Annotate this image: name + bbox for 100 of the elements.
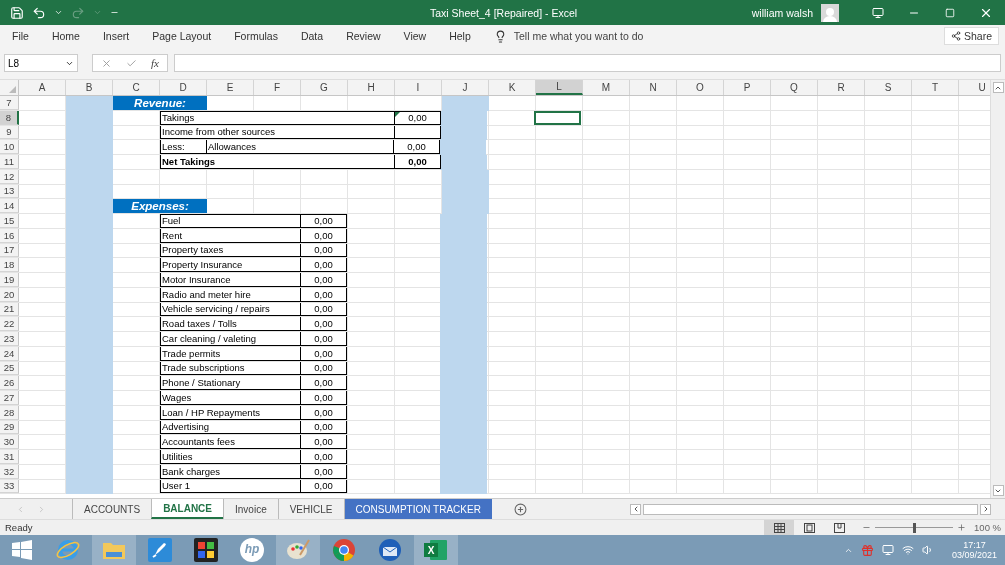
scroll-right-button[interactable] [980, 503, 991, 515]
row-header[interactable]: 25 [0, 361, 19, 376]
row-header[interactable]: 27 [0, 391, 19, 405]
column-header[interactable]: T [912, 80, 959, 95]
undo-icon[interactable] [32, 5, 46, 20]
column-header[interactable]: R [818, 80, 865, 95]
row-header[interactable]: 18 [0, 258, 19, 272]
row-header[interactable]: 21 [0, 302, 19, 317]
column-header[interactable]: A [19, 80, 66, 95]
share-button[interactable]: Share [943, 27, 999, 45]
column-header[interactable]: E [207, 80, 254, 95]
windows-logo-icon [12, 540, 32, 560]
column-header[interactable]: B [66, 80, 113, 95]
select-all-icon[interactable] [9, 86, 16, 93]
column-header[interactable]: O [677, 80, 724, 95]
scroll-down-button[interactable] [992, 485, 1004, 496]
taskbar-button[interactable]: X [414, 535, 458, 565]
plus-circle-icon [513, 502, 527, 516]
row-header[interactable]: 20 [0, 287, 19, 302]
ribbon-tab[interactable]: Insert [102, 30, 130, 42]
row-header[interactable]: 7 [0, 96, 19, 110]
column-header[interactable]: H [348, 80, 395, 95]
tell-me-field[interactable]: Tell me what you want to do [513, 30, 644, 42]
view-button[interactable] [764, 519, 795, 536]
sheet-tab[interactable]: CONSUMPTION TRACKER [343, 499, 492, 519]
sheet-tab[interactable]: BALANCE [151, 499, 223, 519]
zoom-in-icon[interactable] [957, 523, 967, 532]
row-header[interactable]: 30 [0, 435, 19, 449]
column-header[interactable]: J [442, 80, 489, 95]
formula-input[interactable] [173, 54, 1001, 72]
row-header[interactable]: 16 [0, 228, 19, 243]
column-header[interactable]: Q [771, 80, 818, 95]
row-header[interactable]: 11 [0, 155, 19, 169]
page-break-icon [833, 522, 845, 533]
row-header[interactable]: 19 [0, 273, 19, 287]
redo-icon[interactable] [71, 5, 85, 20]
zoom-level[interactable]: 100 % [974, 522, 1001, 533]
clock-time: 17:17 [963, 540, 986, 550]
table-cell: Fuel [160, 214, 301, 228]
horizontal-scrollbar[interactable] [643, 503, 978, 515]
row-header[interactable]: 32 [0, 464, 19, 479]
ribbon-tab[interactable]: File [12, 30, 29, 42]
caret-icon[interactable] [54, 8, 63, 17]
row-header[interactable]: 10 [0, 140, 19, 154]
speaker-icon[interactable] [921, 544, 934, 556]
scroll-left-button[interactable] [630, 503, 641, 515]
ribbon-tab[interactable]: Review [346, 30, 381, 42]
column-header[interactable]: L [536, 80, 583, 95]
table-cell: Radio and meter hire [160, 287, 301, 302]
row-header[interactable]: 13 [0, 184, 19, 199]
column-header[interactable]: D [160, 80, 207, 95]
row-header[interactable]: 15 [0, 214, 19, 228]
table-cell: 0,00 [300, 346, 347, 361]
column-header[interactable]: I [395, 80, 442, 95]
ribbon-tab[interactable]: Help [449, 30, 471, 42]
caret-icon[interactable] [93, 8, 102, 17]
row-header[interactable]: 33 [0, 479, 19, 494]
row-header[interactable]: 28 [0, 405, 19, 420]
table-cell: Utilities [160, 450, 301, 464]
row-header[interactable]: 9 [0, 125, 19, 140]
row-header[interactable]: 24 [0, 346, 19, 361]
avatar-icon[interactable] [821, 3, 839, 22]
zoom-thumb[interactable] [913, 522, 917, 533]
cancel-icon[interactable] [101, 57, 112, 69]
column-header[interactable]: M [583, 80, 630, 95]
row-header[interactable]: 12 [0, 169, 19, 184]
column-header[interactable]: N [630, 80, 677, 95]
ribbon-tab[interactable]: Formulas [234, 30, 278, 42]
table-cell: Income from other sources [160, 125, 395, 140]
insert-function-button[interactable]: fx [151, 57, 159, 69]
window-title: Taxi Sheet_4 [Repaired] - Excel [430, 6, 579, 19]
row-header[interactable]: 26 [0, 376, 19, 390]
add-sheet-button[interactable] [513, 502, 527, 516]
gift-icon[interactable] [860, 543, 874, 557]
name-box[interactable]: L8 [4, 54, 78, 72]
enter-icon[interactable] [126, 57, 137, 69]
row-header[interactable]: 14 [0, 199, 19, 213]
save-icon[interactable] [10, 5, 24, 20]
column-header[interactable]: F [254, 80, 301, 95]
ribbon-tab[interactable]: Home [51, 30, 80, 42]
table-cell: 0,00 [300, 479, 347, 494]
device-icon[interactable] [881, 544, 894, 556]
chrome-logo-icon [332, 538, 356, 562]
row-header[interactable]: 23 [0, 332, 19, 346]
selected-cell[interactable] [534, 110, 581, 125]
column-header[interactable]: G [301, 80, 348, 95]
ribbon-tab[interactable]: Data [300, 30, 324, 42]
ribbon-tab[interactable]: View [403, 30, 427, 42]
signal-icon[interactable] [901, 544, 914, 556]
ribbon-tab[interactable]: Page Layout [152, 30, 212, 42]
row-header[interactable]: 31 [0, 450, 19, 464]
column-header[interactable]: P [724, 80, 771, 95]
row-header[interactable]: 17 [0, 243, 19, 258]
row-header[interactable]: 22 [0, 317, 19, 331]
table-cell: Advertising [160, 420, 301, 435]
row-header[interactable]: 29 [0, 420, 19, 435]
column-header[interactable]: S [865, 80, 912, 95]
column-header[interactable]: C [113, 80, 160, 95]
row-header[interactable]: 8 [0, 110, 19, 125]
scroll-up-button[interactable] [992, 82, 1004, 93]
